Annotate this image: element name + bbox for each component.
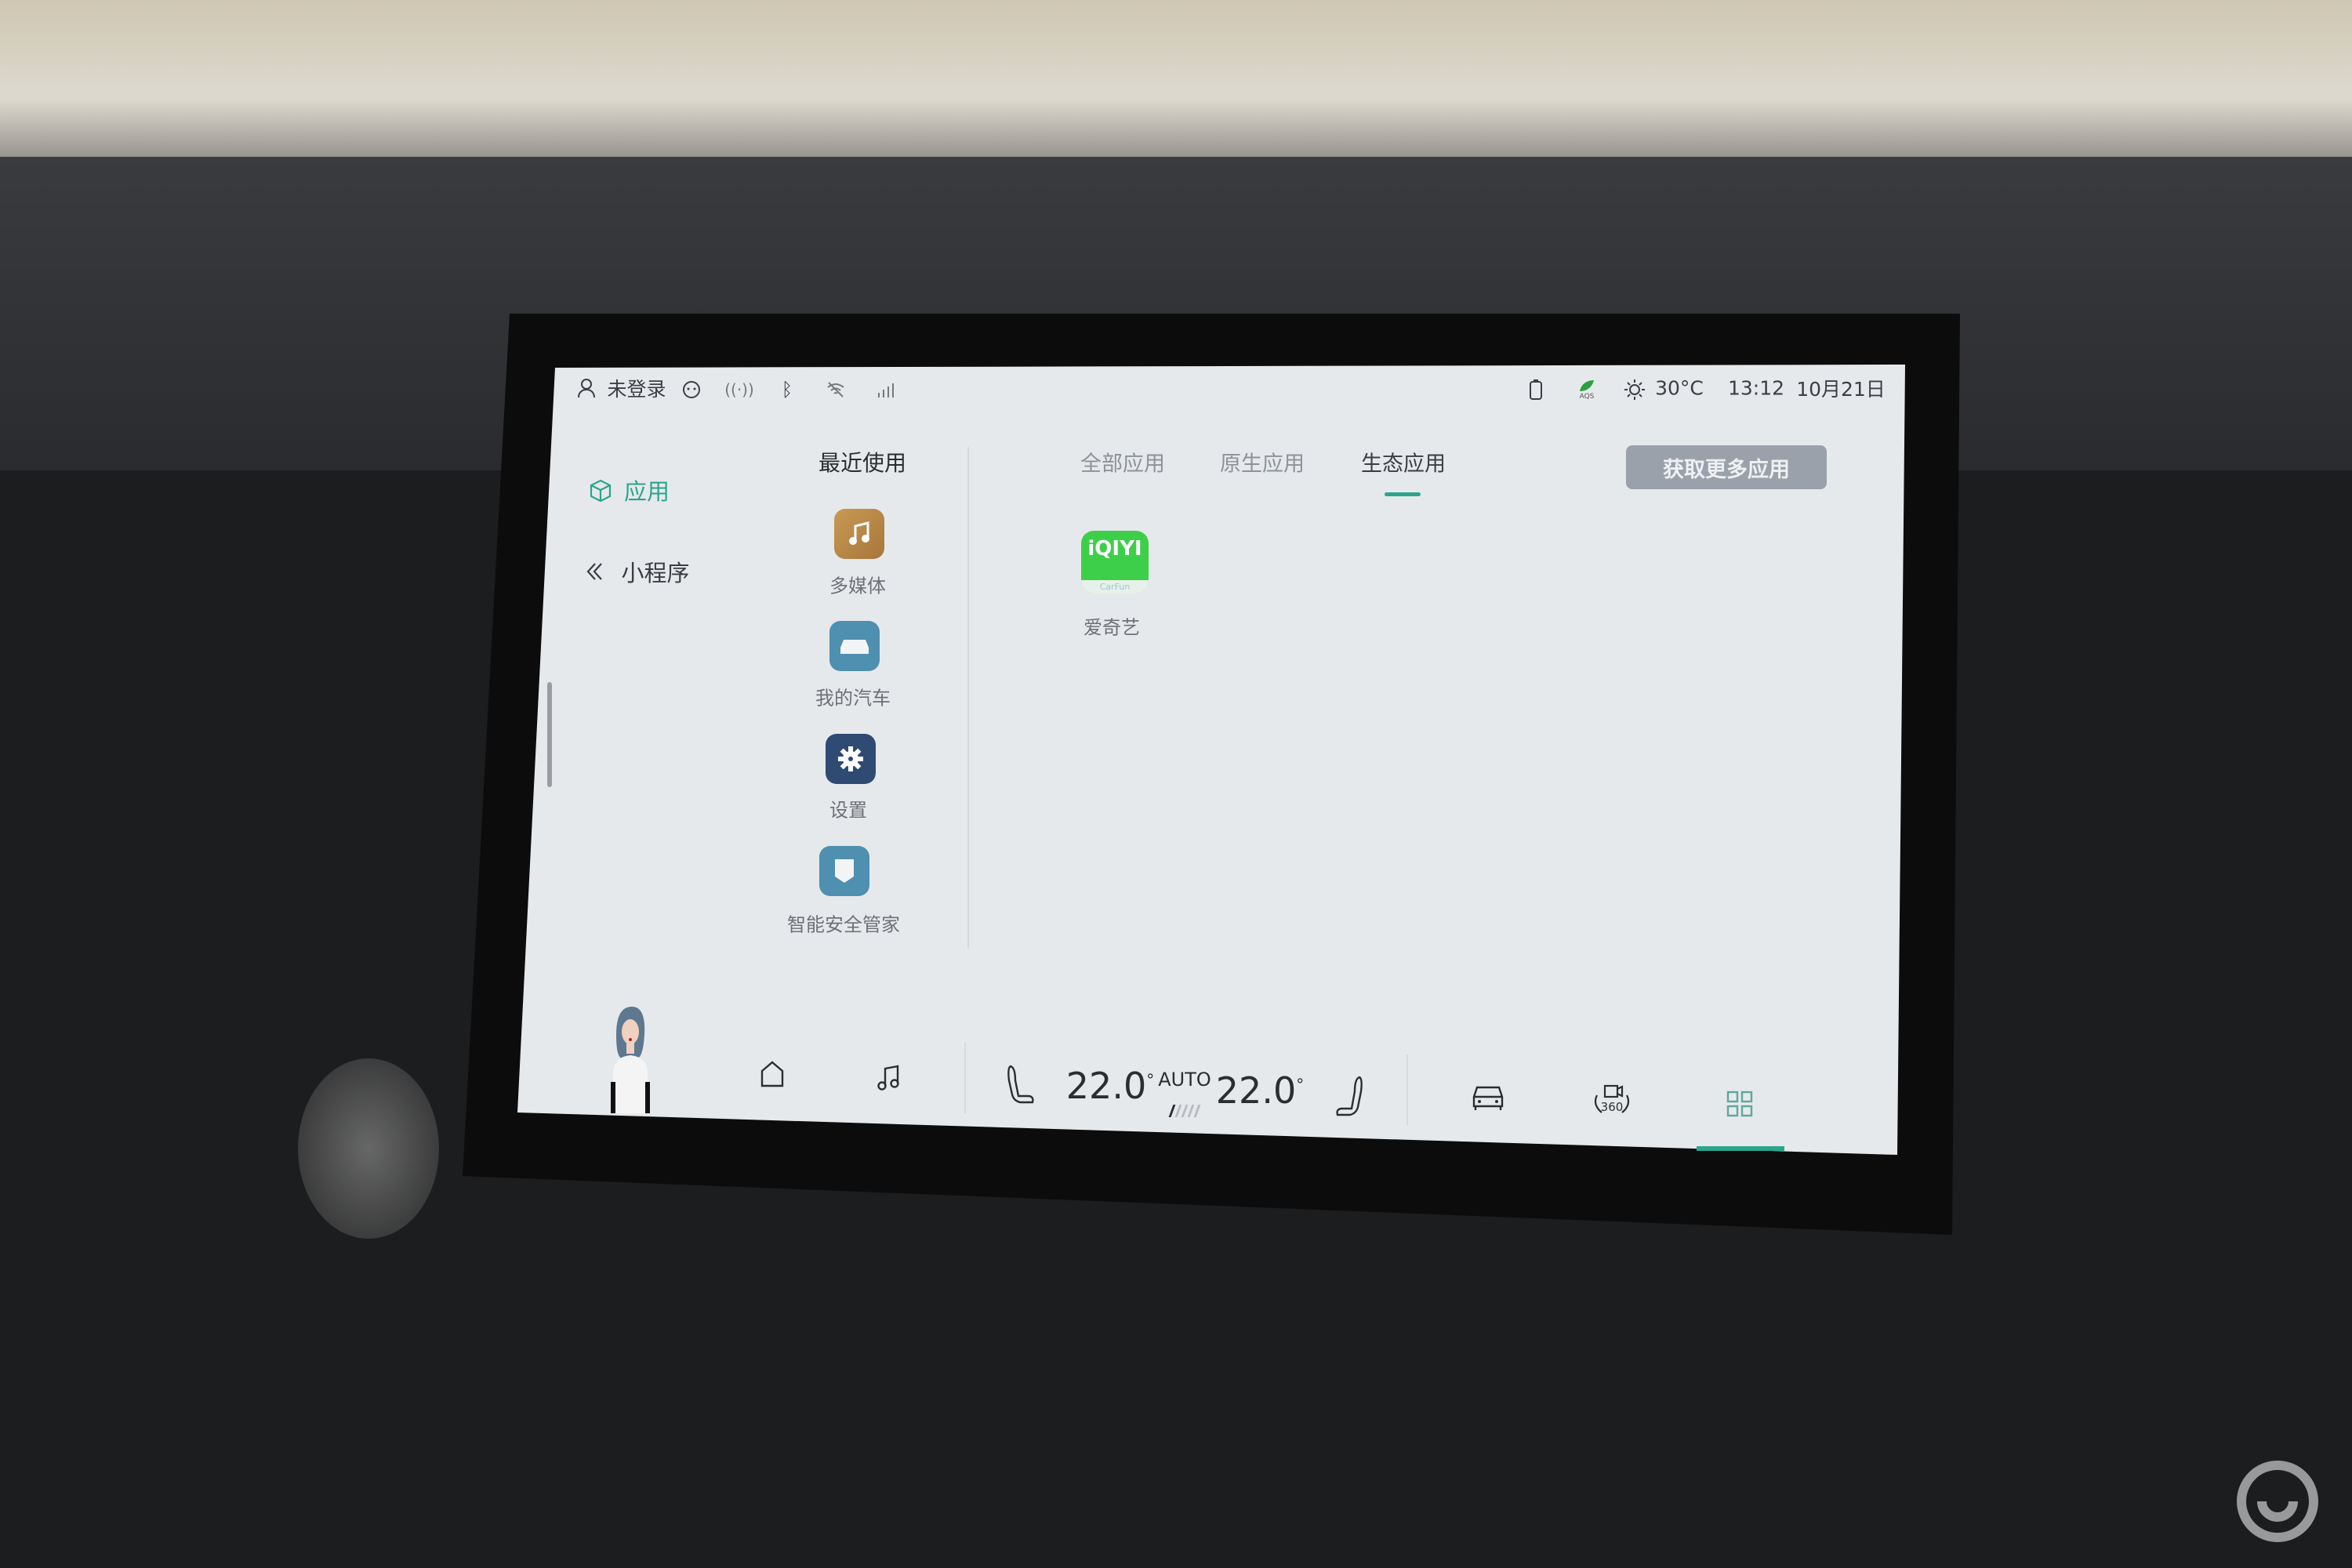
divider bbox=[1406, 1054, 1408, 1125]
cube-icon bbox=[590, 479, 612, 503]
home-icon[interactable] bbox=[760, 1061, 784, 1087]
date: 10月21日 bbox=[1796, 378, 1886, 401]
logo-subtext: CarFun bbox=[1081, 580, 1149, 593]
shield-icon bbox=[819, 846, 869, 896]
sidebar-item-label: 小程序 bbox=[621, 560, 690, 586]
car-icon bbox=[829, 621, 880, 671]
music-note-icon bbox=[834, 509, 884, 559]
bluetooth-icon: ᛒ bbox=[781, 379, 793, 401]
camera-360-icon[interactable]: 360 bbox=[1592, 1084, 1632, 1114]
badge-360: 360 bbox=[1600, 1100, 1624, 1114]
music-icon[interactable] bbox=[876, 1064, 902, 1091]
climate-mode[interactable]: AUTO bbox=[1158, 1069, 1211, 1091]
login-status[interactable]: 未登录 bbox=[607, 374, 666, 402]
aqs-label: AQS bbox=[1579, 393, 1595, 401]
fan-level-indicator[interactable] bbox=[1168, 1105, 1201, 1117]
fan-level-bar bbox=[1174, 1105, 1182, 1117]
clock: 13:12 bbox=[1727, 376, 1785, 400]
app-label: 设置 bbox=[829, 799, 867, 822]
mini-program-icon bbox=[586, 561, 609, 582]
passenger-seat-icon[interactable] bbox=[1334, 1076, 1366, 1116]
driver-seat-icon[interactable] bbox=[1004, 1065, 1036, 1104]
app-label: 智能安全管家 bbox=[787, 913, 900, 936]
hotspot-icon: ((·)) bbox=[724, 380, 754, 399]
temp-value: 22.0 bbox=[1065, 1065, 1147, 1107]
message-icon[interactable] bbox=[681, 379, 702, 400]
divider bbox=[967, 447, 969, 949]
gear-icon bbox=[826, 734, 876, 784]
driver-temperature[interactable]: 22.0° bbox=[1066, 1065, 1154, 1107]
tab-ecosystem-apps[interactable]: 生态应用 bbox=[1361, 447, 1446, 477]
assistant-avatar[interactable] bbox=[602, 1004, 657, 1113]
recent-title: 最近使用 bbox=[818, 450, 907, 476]
degree-symbol: ° bbox=[1146, 1070, 1155, 1090]
active-tab-indicator bbox=[1385, 492, 1421, 496]
user-icon[interactable] bbox=[577, 378, 596, 398]
logo-text: iQIYI bbox=[1087, 537, 1142, 561]
sun-icon bbox=[1624, 379, 1646, 401]
wifi-off-icon bbox=[826, 381, 846, 398]
passenger-temperature[interactable]: 22.0° bbox=[1216, 1069, 1304, 1112]
temp-value: 22.0 bbox=[1215, 1069, 1297, 1112]
degree-symbol: ° bbox=[1296, 1075, 1305, 1094]
get-more-apps-button[interactable]: 获取更多应用 bbox=[1626, 445, 1827, 489]
outside-temperature: 30°C bbox=[1655, 376, 1704, 400]
fan-level-bar bbox=[1187, 1105, 1195, 1117]
signal-5g-icon bbox=[876, 380, 895, 399]
car-icon[interactable] bbox=[1471, 1084, 1505, 1111]
phone-icon bbox=[1529, 379, 1543, 401]
start-stop-button bbox=[298, 1058, 439, 1239]
tab-native-apps[interactable]: 原生应用 bbox=[1220, 447, 1305, 477]
iqiyi-logo: iQIYI CarFun bbox=[1081, 531, 1149, 593]
active-dock-indicator bbox=[1697, 1146, 1784, 1151]
divider bbox=[964, 1043, 966, 1113]
tab-all-apps[interactable]: 全部应用 bbox=[1080, 447, 1165, 477]
scrollbar[interactable] bbox=[547, 682, 552, 787]
background-sky bbox=[0, 0, 2352, 165]
watermark-logo bbox=[2234, 1458, 2321, 1544]
app-label: 爱奇艺 bbox=[1083, 616, 1140, 639]
aqs-leaf-icon: AQS bbox=[1578, 379, 1595, 401]
sidebar-item-label: 应用 bbox=[623, 478, 670, 505]
app-label: 多媒体 bbox=[829, 575, 886, 597]
app-label: 我的汽车 bbox=[815, 687, 891, 710]
fan-level-bar bbox=[1181, 1105, 1189, 1117]
app-grid-icon[interactable] bbox=[1726, 1091, 1753, 1117]
